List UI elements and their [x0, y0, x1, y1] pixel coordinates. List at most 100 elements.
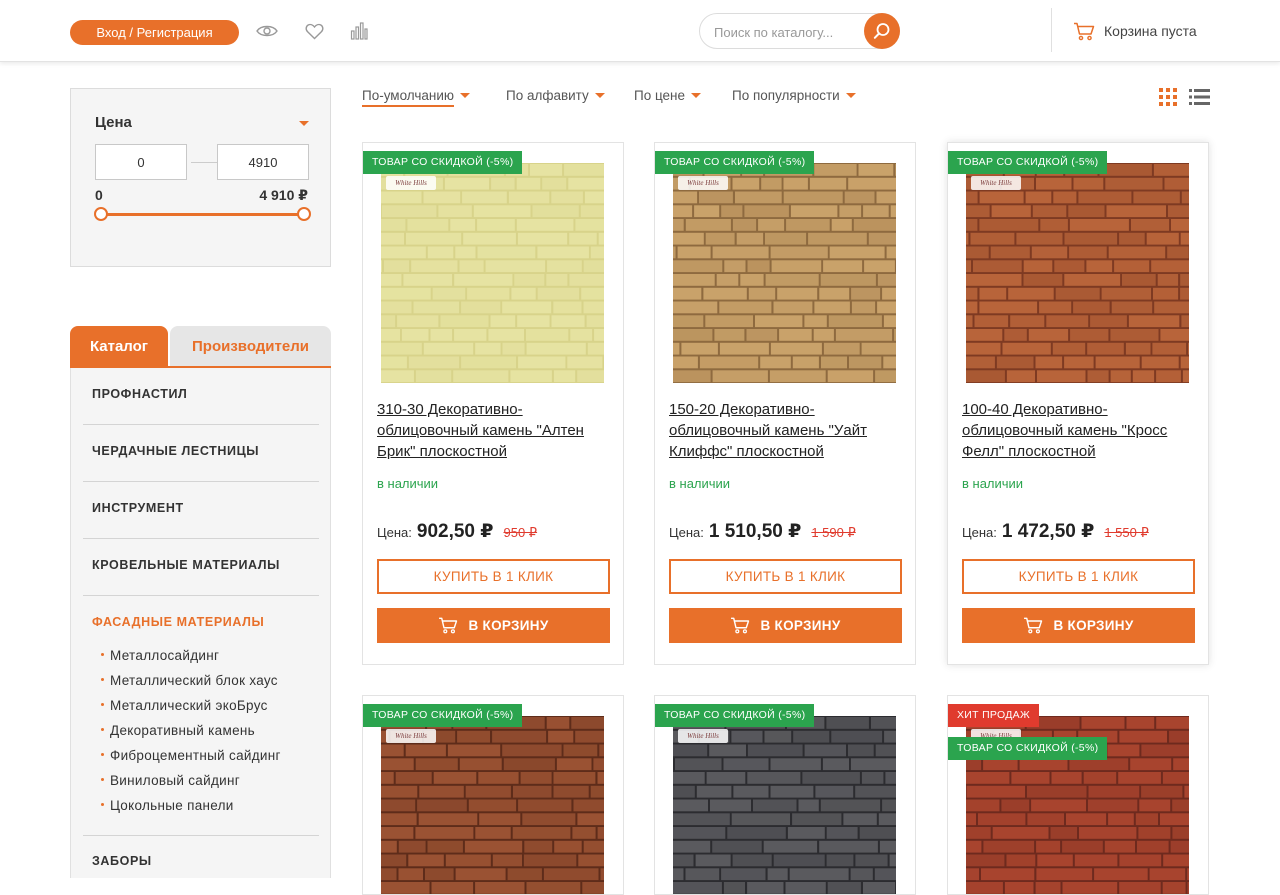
bullet — [101, 802, 104, 806]
subcategory-label: Фиброцементный сайдинг — [110, 748, 281, 763]
product-title-link[interactable]: 150-20 Декоративно-облицовочный камень "… — [669, 399, 905, 462]
cart-icon — [1023, 617, 1043, 634]
cart-label: Корзина пуста — [1104, 23, 1197, 39]
heart-icon[interactable] — [303, 20, 325, 42]
product-card[interactable]: ТОВАР СО СКИДКОЙ (-5%) White Hills — [654, 695, 916, 895]
search-box — [699, 13, 900, 49]
subcategory-plinth-panels[interactable]: Цокольные панели — [101, 798, 234, 813]
sort-popularity[interactable]: По популярности — [732, 88, 856, 103]
bullet — [101, 727, 104, 731]
product-image[interactable]: White Hills — [673, 163, 896, 383]
catalog-divider — [83, 481, 319, 482]
brand-logo: White Hills — [678, 176, 728, 190]
search-button[interactable] — [864, 13, 900, 49]
tab-manufacturers[interactable]: Производители — [170, 326, 331, 368]
sort-label: По цене — [634, 88, 686, 103]
product-title-link[interactable]: 100-40 Декоративно-облицовочный камень "… — [962, 399, 1198, 462]
subcategory-block-house[interactable]: Металлический блок хаус — [101, 673, 278, 688]
catalog-item-facade[interactable]: Фасадные материалы — [92, 615, 264, 629]
price-min-label: 0 — [95, 187, 103, 203]
discount-badge: ТОВАР СО СКИДКОЙ (-5%) — [655, 151, 815, 174]
site-header: Вход / Регистрация Корзина пуста — [0, 0, 1280, 62]
price-max-input[interactable] — [217, 144, 309, 180]
product-image[interactable]: White Hills — [673, 716, 896, 894]
catalog-divider — [83, 424, 319, 425]
product-card[interactable]: ТОВАР СО СКИДКОЙ (-5%) White Hills 150-20 … — [654, 142, 916, 665]
product-image[interactable]: White Hills — [381, 163, 604, 383]
stock-status: в наличии — [377, 476, 439, 491]
sort-label: По-умолчанию — [362, 88, 455, 107]
price-row: Цена: 1 472,50 ₽ 1 550 ₽ — [962, 520, 1149, 543]
bullet — [101, 702, 104, 706]
buy-one-click-button[interactable]: Купить в 1 клик — [962, 559, 1195, 594]
chevron-down-icon — [691, 92, 702, 98]
catalog-divider — [83, 538, 319, 539]
cart-link[interactable]: Корзина пуста — [1073, 20, 1197, 42]
add-to-cart-label: В корзину — [468, 618, 549, 633]
login-register-button[interactable]: Вход / Регистрация — [70, 20, 239, 45]
grid-view-icon[interactable] — [1159, 88, 1177, 106]
filter-collapse-icon[interactable] — [299, 121, 309, 126]
sort-alphabet[interactable]: По алфавиту — [506, 88, 605, 103]
catalog-item-fences[interactable]: Заборы — [92, 854, 152, 868]
product-card[interactable]: ТОВАР СО СКИДКОЙ (-5%) White Hills 310-30 … — [362, 142, 624, 665]
product-image[interactable]: White Hills — [966, 163, 1189, 383]
brand-logo: White Hills — [971, 176, 1021, 190]
subcategory-label: Цокольные панели — [110, 798, 234, 813]
catalog-item-roofing[interactable]: Кровельные материалы — [92, 558, 280, 572]
subcategory-metal-siding[interactable]: Металлосайдинг — [101, 648, 219, 663]
product-title-link[interactable]: 310-30 Декоративно-облицовочный камень "… — [377, 399, 613, 462]
catalog-item-tools[interactable]: Инструмент — [92, 501, 184, 515]
eye-icon[interactable] — [256, 20, 278, 42]
sort-label: По популярности — [732, 88, 840, 103]
subcategory-decorative-stone[interactable]: Декоративный камень — [101, 723, 255, 738]
buy-one-click-button[interactable]: Купить в 1 клик — [669, 559, 902, 594]
price-min-input[interactable] — [95, 144, 187, 180]
add-to-cart-button[interactable]: В корзину — [377, 608, 610, 643]
product-card[interactable]: ХИТ ПРОДАЖ ТОВАР СО СКИДКОЙ (-5%) White Hi… — [947, 695, 1209, 895]
header-divider — [1051, 8, 1052, 52]
price-range-dash — [191, 162, 217, 163]
discount-badge: ТОВАР СО СКИДКОЙ (-5%) — [363, 704, 523, 727]
list-view-icon[interactable] — [1189, 89, 1210, 105]
sort-label: По алфавиту — [506, 88, 589, 103]
price-slider-min-handle[interactable] — [94, 207, 108, 221]
subcategory-fiber-cement[interactable]: Фиброцементный сайдинг — [101, 748, 281, 763]
product-card[interactable]: ТОВАР СО СКИДКОЙ (-5%) White Hills 100-40 … — [947, 142, 1209, 665]
product-card[interactable]: ТОВАР СО СКИДКОЙ (-5%) White Hills — [362, 695, 624, 895]
buy-one-click-button[interactable]: Купить в 1 клик — [377, 559, 610, 594]
brand-logo: White Hills — [386, 729, 436, 743]
sort-default[interactable]: По-умолчанию — [362, 88, 471, 107]
subcategory-ecobrus[interactable]: Металлический экоБрус — [101, 698, 268, 713]
catalog-item-attic-stairs[interactable]: Чердачные лестницы — [92, 444, 259, 458]
subcategory-vinyl-siding[interactable]: Виниловый сайдинг — [101, 773, 240, 788]
price-row: Цена: 1 510,50 ₽ 1 590 ₽ — [669, 520, 856, 543]
price-slider-max-handle[interactable] — [297, 207, 311, 221]
stock-status: в наличии — [669, 476, 731, 491]
discount-badge: ТОВАР СО СКИДКОЙ (-5%) — [948, 151, 1108, 174]
discount-badge: ТОВАР СО СКИДКОЙ (-5%) — [948, 737, 1108, 760]
tab-catalog[interactable]: Каталог — [70, 326, 168, 368]
search-input[interactable] — [714, 22, 854, 42]
add-to-cart-button[interactable]: В корзину — [962, 608, 1195, 643]
add-to-cart-button[interactable]: В корзину — [669, 608, 902, 643]
catalog-menu: Профнастил Чердачные лестницы Инструмент… — [70, 368, 331, 878]
sort-price[interactable]: По цене — [634, 88, 702, 103]
chevron-down-icon — [460, 92, 471, 98]
discount-badge: ТОВАР СО СКИДКОЙ (-5%) — [655, 704, 815, 727]
cart-icon — [1074, 22, 1095, 40]
cart-icon — [730, 617, 750, 634]
price-label: Цена: — [377, 525, 412, 540]
bullet — [101, 652, 104, 656]
bullet — [101, 777, 104, 781]
product-image[interactable]: White Hills — [381, 716, 604, 894]
price-label: Цена: — [669, 525, 704, 540]
catalog-item-profnastil[interactable]: Профнастил — [92, 387, 187, 401]
catalog-tabs: Каталог Производители — [70, 326, 331, 368]
catalog-divider — [83, 595, 319, 596]
bullet — [101, 677, 104, 681]
price-row: Цена: 902,50 ₽ 950 ₽ — [377, 520, 537, 543]
price-filter: Цена 0 4 910 ₽ — [70, 88, 331, 267]
price-slider-track[interactable] — [101, 213, 303, 216]
compare-icon[interactable] — [348, 20, 370, 42]
